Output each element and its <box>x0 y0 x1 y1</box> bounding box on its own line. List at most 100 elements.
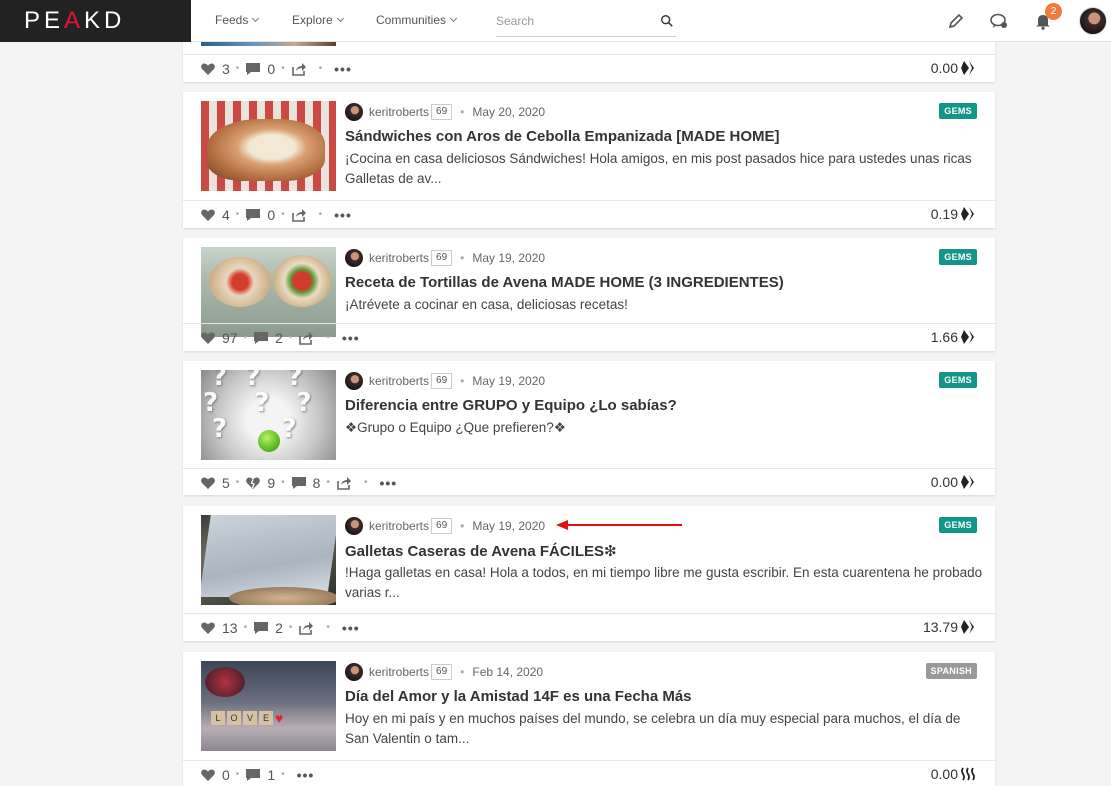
author-name[interactable]: keritroberts <box>369 374 429 388</box>
comment-icon[interactable] <box>291 475 307 491</box>
post-excerpt[interactable]: ❖Grupo o Equipo ¿Que prefieren?❖ <box>345 418 985 438</box>
post-date[interactable]: May 19, 2020 <box>472 251 545 265</box>
post-excerpt[interactable]: ¡Atrévete a cocinar en casa, deliciosas … <box>345 295 985 315</box>
search-input[interactable] <box>496 8 646 34</box>
comment-icon[interactable] <box>245 767 261 783</box>
share-icon[interactable] <box>298 620 314 636</box>
heart-icon[interactable] <box>200 620 216 636</box>
hive-icon <box>961 207 974 221</box>
heart-icon[interactable] <box>200 61 216 77</box>
post-footer: 4 • 0 • • ••• 0.19 <box>183 200 995 228</box>
post-date[interactable]: May 19, 2020 <box>472 519 545 533</box>
user-avatar[interactable] <box>1079 7 1107 35</box>
post-excerpt[interactable]: ¡Cocina en casa deliciosos Sándwiches! H… <box>345 149 985 189</box>
author-avatar[interactable] <box>345 103 363 121</box>
hive-icon <box>961 620 974 634</box>
pencil-icon[interactable] <box>946 11 966 31</box>
post-footer: 5 • 9 • 8 • • ••• 0.00 <box>183 468 995 496</box>
author-avatar[interactable] <box>345 663 363 681</box>
payout-value[interactable]: 0.00 <box>931 60 977 76</box>
author-avatar[interactable] <box>345 249 363 267</box>
nav-communities[interactable]: Communities <box>376 13 458 27</box>
community-tag[interactable]: GEMS <box>939 517 977 533</box>
comment-icon[interactable] <box>245 61 261 77</box>
comment-icon[interactable] <box>253 330 269 346</box>
heart-icon[interactable] <box>200 207 216 223</box>
steem-icon <box>961 767 975 781</box>
post-thumbnail[interactable] <box>201 515 336 605</box>
hive-icon <box>961 475 974 489</box>
peakd-logo[interactable]: PEAKD <box>0 0 191 42</box>
comment-count: 2 <box>275 619 283 636</box>
comment-count: 8 <box>312 474 321 491</box>
post-footer: 13 • 2 • • ••• 13.79 <box>183 613 995 641</box>
community-tag[interactable]: GEMS <box>939 249 977 265</box>
post-excerpt[interactable]: !Haga galletas en casa! Hola a todos, en… <box>345 563 985 603</box>
author-avatar[interactable] <box>345 517 363 535</box>
author-name[interactable]: keritroberts <box>369 519 429 533</box>
comment-count: 0 <box>267 60 276 77</box>
heart-icon[interactable] <box>200 767 216 783</box>
more-options-icon[interactable]: ••• <box>342 330 360 346</box>
post-thumbnail[interactable] <box>201 101 336 191</box>
reputation-badge: 69 <box>431 373 453 389</box>
share-icon[interactable] <box>298 330 314 346</box>
vote-count: 97 <box>222 329 238 346</box>
reputation-badge: 69 <box>431 104 453 120</box>
heart-icon[interactable] <box>200 330 216 346</box>
chevron-down-icon <box>449 14 458 23</box>
community-tag[interactable]: SPANISH <box>925 663 977 679</box>
broken-heart-icon[interactable] <box>245 475 261 491</box>
share-icon[interactable] <box>336 475 352 491</box>
post-title[interactable]: Sándwiches con Aros de Cebolla Empanizad… <box>345 128 780 145</box>
payout-value[interactable]: 0.00 <box>931 474 977 490</box>
heart-icon[interactable] <box>200 475 216 491</box>
post-date[interactable]: Feb 14, 2020 <box>472 665 543 679</box>
post-excerpt[interactable]: Hoy en mi país y en muchos países del mu… <box>345 709 985 749</box>
nav-explore[interactable]: Explore <box>292 13 344 27</box>
post-card: keritroberts 69 • May 19, 2020 GEMS Rece… <box>183 238 995 351</box>
community-tag[interactable]: GEMS <box>939 103 977 119</box>
chevron-down-icon <box>252 14 260 23</box>
more-options-icon[interactable]: ••• <box>334 207 352 223</box>
post-thumbnail[interactable]: ? ? ?? ? ? ? ? <box>201 370 336 460</box>
vote-count: 3 <box>222 60 230 77</box>
comment-icon[interactable] <box>245 207 261 223</box>
post-card: L O V E ♥ keritroberts 69 • Feb 14, 2020… <box>183 652 995 786</box>
payout-value[interactable]: 1.66 <box>931 329 977 345</box>
post-date[interactable]: May 19, 2020 <box>472 374 545 388</box>
annotation-arrow <box>556 520 682 530</box>
vote-count: 5 <box>222 474 230 491</box>
author-name[interactable]: keritroberts <box>369 105 429 119</box>
author-avatar[interactable] <box>345 372 363 390</box>
search-box <box>496 8 676 37</box>
post-footer: 0 • 1 • ••• 0.00 <box>183 760 995 786</box>
post-footer: 3 • 0 • • ••• 0.00 <box>183 54 995 82</box>
post-date[interactable]: May 20, 2020 <box>472 105 545 119</box>
payout-value[interactable]: 0.00 <box>931 766 977 782</box>
chat-icon[interactable] <box>989 11 1009 31</box>
comment-count: 0 <box>267 206 276 223</box>
payout-value[interactable]: 13.79 <box>923 619 977 635</box>
search-icon[interactable] <box>660 14 674 28</box>
payout-value[interactable]: 0.19 <box>931 206 977 222</box>
author-name[interactable]: keritroberts <box>369 665 429 679</box>
post-title[interactable]: Receta de Tortillas de Avena MADE HOME (… <box>345 274 784 291</box>
more-options-icon[interactable]: ••• <box>342 620 360 636</box>
more-options-icon[interactable]: ••• <box>297 767 315 783</box>
post-meta: keritroberts 69 • May 20, 2020 <box>345 102 545 122</box>
share-icon[interactable] <box>291 207 307 223</box>
post-title[interactable]: Día del Amor y la Amistad 14F es una Fec… <box>345 688 692 705</box>
comment-icon[interactable] <box>253 620 269 636</box>
chevron-down-icon <box>336 14 344 23</box>
nav-feeds[interactable]: Feeds <box>215 13 260 27</box>
hive-icon <box>961 330 974 344</box>
community-tag[interactable]: GEMS <box>939 372 977 388</box>
post-title[interactable]: Galletas Caseras de Avena FÁCILES❇ <box>345 542 617 560</box>
more-options-icon[interactable]: ••• <box>379 475 397 491</box>
more-options-icon[interactable]: ••• <box>334 61 352 77</box>
share-icon[interactable] <box>291 61 307 77</box>
author-name[interactable]: keritroberts <box>369 251 429 265</box>
post-thumbnail[interactable]: L O V E ♥ <box>201 661 336 751</box>
post-title[interactable]: Diferencia entre GRUPO y Equipo ¿Lo sabí… <box>345 397 677 414</box>
